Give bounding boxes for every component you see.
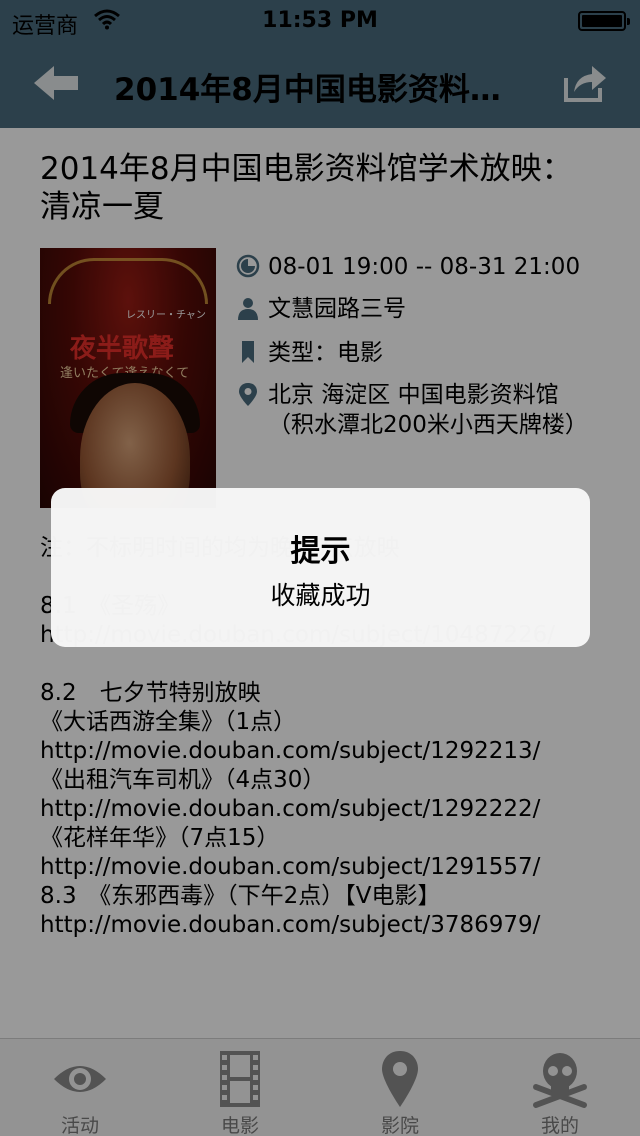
alert-title: 提示 <box>290 534 351 569</box>
alert-message: 收藏成功 <box>270 581 371 610</box>
alert-dialog[interactable]: 提示 收藏成功 <box>51 488 590 647</box>
